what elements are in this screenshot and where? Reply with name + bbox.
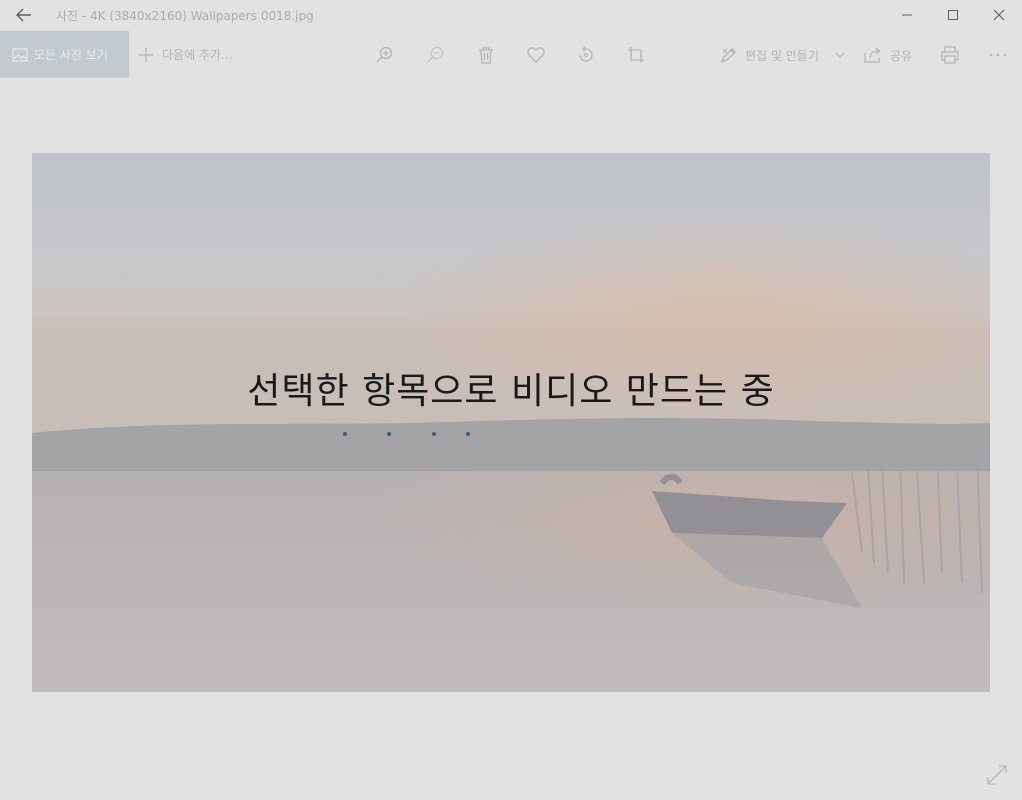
main-photo bbox=[32, 153, 990, 692]
edit-create-dropdown[interactable] bbox=[828, 43, 852, 67]
zoom-out-button[interactable] bbox=[424, 43, 448, 67]
arrow-left-icon bbox=[16, 8, 31, 22]
progress-dot bbox=[343, 432, 347, 436]
close-icon bbox=[993, 9, 1005, 21]
photos-app-window: 사진 - 4K (3840x2160) Wallpapers 0018.jpg … bbox=[0, 0, 1022, 800]
maximize-icon bbox=[948, 10, 958, 20]
fullscreen-button[interactable] bbox=[986, 764, 1010, 788]
photos-icon bbox=[12, 47, 28, 62]
delete-button[interactable] bbox=[474, 43, 498, 67]
progress-dot bbox=[466, 432, 470, 436]
print-button[interactable] bbox=[938, 43, 962, 67]
favorite-button[interactable] bbox=[524, 43, 548, 67]
add-to-button[interactable]: 다음에 추가... bbox=[138, 31, 232, 78]
maximize-button[interactable] bbox=[930, 0, 976, 30]
landscape-photo bbox=[32, 153, 990, 692]
plus-icon bbox=[139, 47, 153, 62]
back-button[interactable] bbox=[8, 2, 40, 28]
close-button[interactable] bbox=[976, 0, 1022, 30]
zoom-out-icon bbox=[427, 46, 444, 63]
share-icon bbox=[864, 47, 881, 63]
progress-dot bbox=[432, 432, 436, 436]
rotate-button[interactable] bbox=[574, 43, 598, 67]
minimize-icon bbox=[902, 14, 912, 16]
title-bar: 사진 - 4K (3840x2160) Wallpapers 0018.jpg bbox=[0, 0, 1022, 30]
edit-create-button[interactable]: 편집 및 만들기 bbox=[745, 47, 819, 64]
trash-icon bbox=[479, 47, 493, 64]
print-icon bbox=[941, 46, 959, 64]
zoom-in-icon bbox=[376, 46, 393, 63]
window-title: 사진 - 4K (3840x2160) Wallpapers 0018.jpg bbox=[56, 9, 314, 23]
add-to-label: 다음에 추가... bbox=[162, 48, 233, 62]
progress-dot bbox=[387, 432, 391, 436]
crop-button[interactable] bbox=[624, 43, 648, 67]
see-all-photos-button[interactable]: 모든 사진 보기 bbox=[0, 31, 129, 78]
more-icon bbox=[989, 53, 1007, 57]
see-all-photos-label: 모든 사진 보기 bbox=[34, 48, 108, 62]
edit-create-icon-wrap[interactable] bbox=[717, 43, 741, 67]
more-button[interactable] bbox=[986, 43, 1010, 67]
edit-icon bbox=[720, 48, 736, 64]
zoom-in-button[interactable] bbox=[373, 43, 397, 67]
heart-icon bbox=[527, 47, 545, 63]
chevron-down-icon bbox=[835, 52, 845, 58]
progress-message: 선택한 항목으로 비디오 만드는 중 bbox=[247, 371, 775, 412]
share-icon-wrap[interactable] bbox=[861, 43, 885, 67]
crop-icon bbox=[628, 47, 644, 63]
expand-icon bbox=[987, 765, 1007, 785]
toolbar: 모든 사진 보기 다음에 추가... 편집 및 만들기 공유 bbox=[0, 31, 1022, 79]
share-button[interactable]: 공유 bbox=[890, 47, 912, 64]
rotate-icon bbox=[579, 46, 593, 62]
minimize-button[interactable] bbox=[884, 0, 930, 30]
filmstrip bbox=[0, 795, 1022, 800]
